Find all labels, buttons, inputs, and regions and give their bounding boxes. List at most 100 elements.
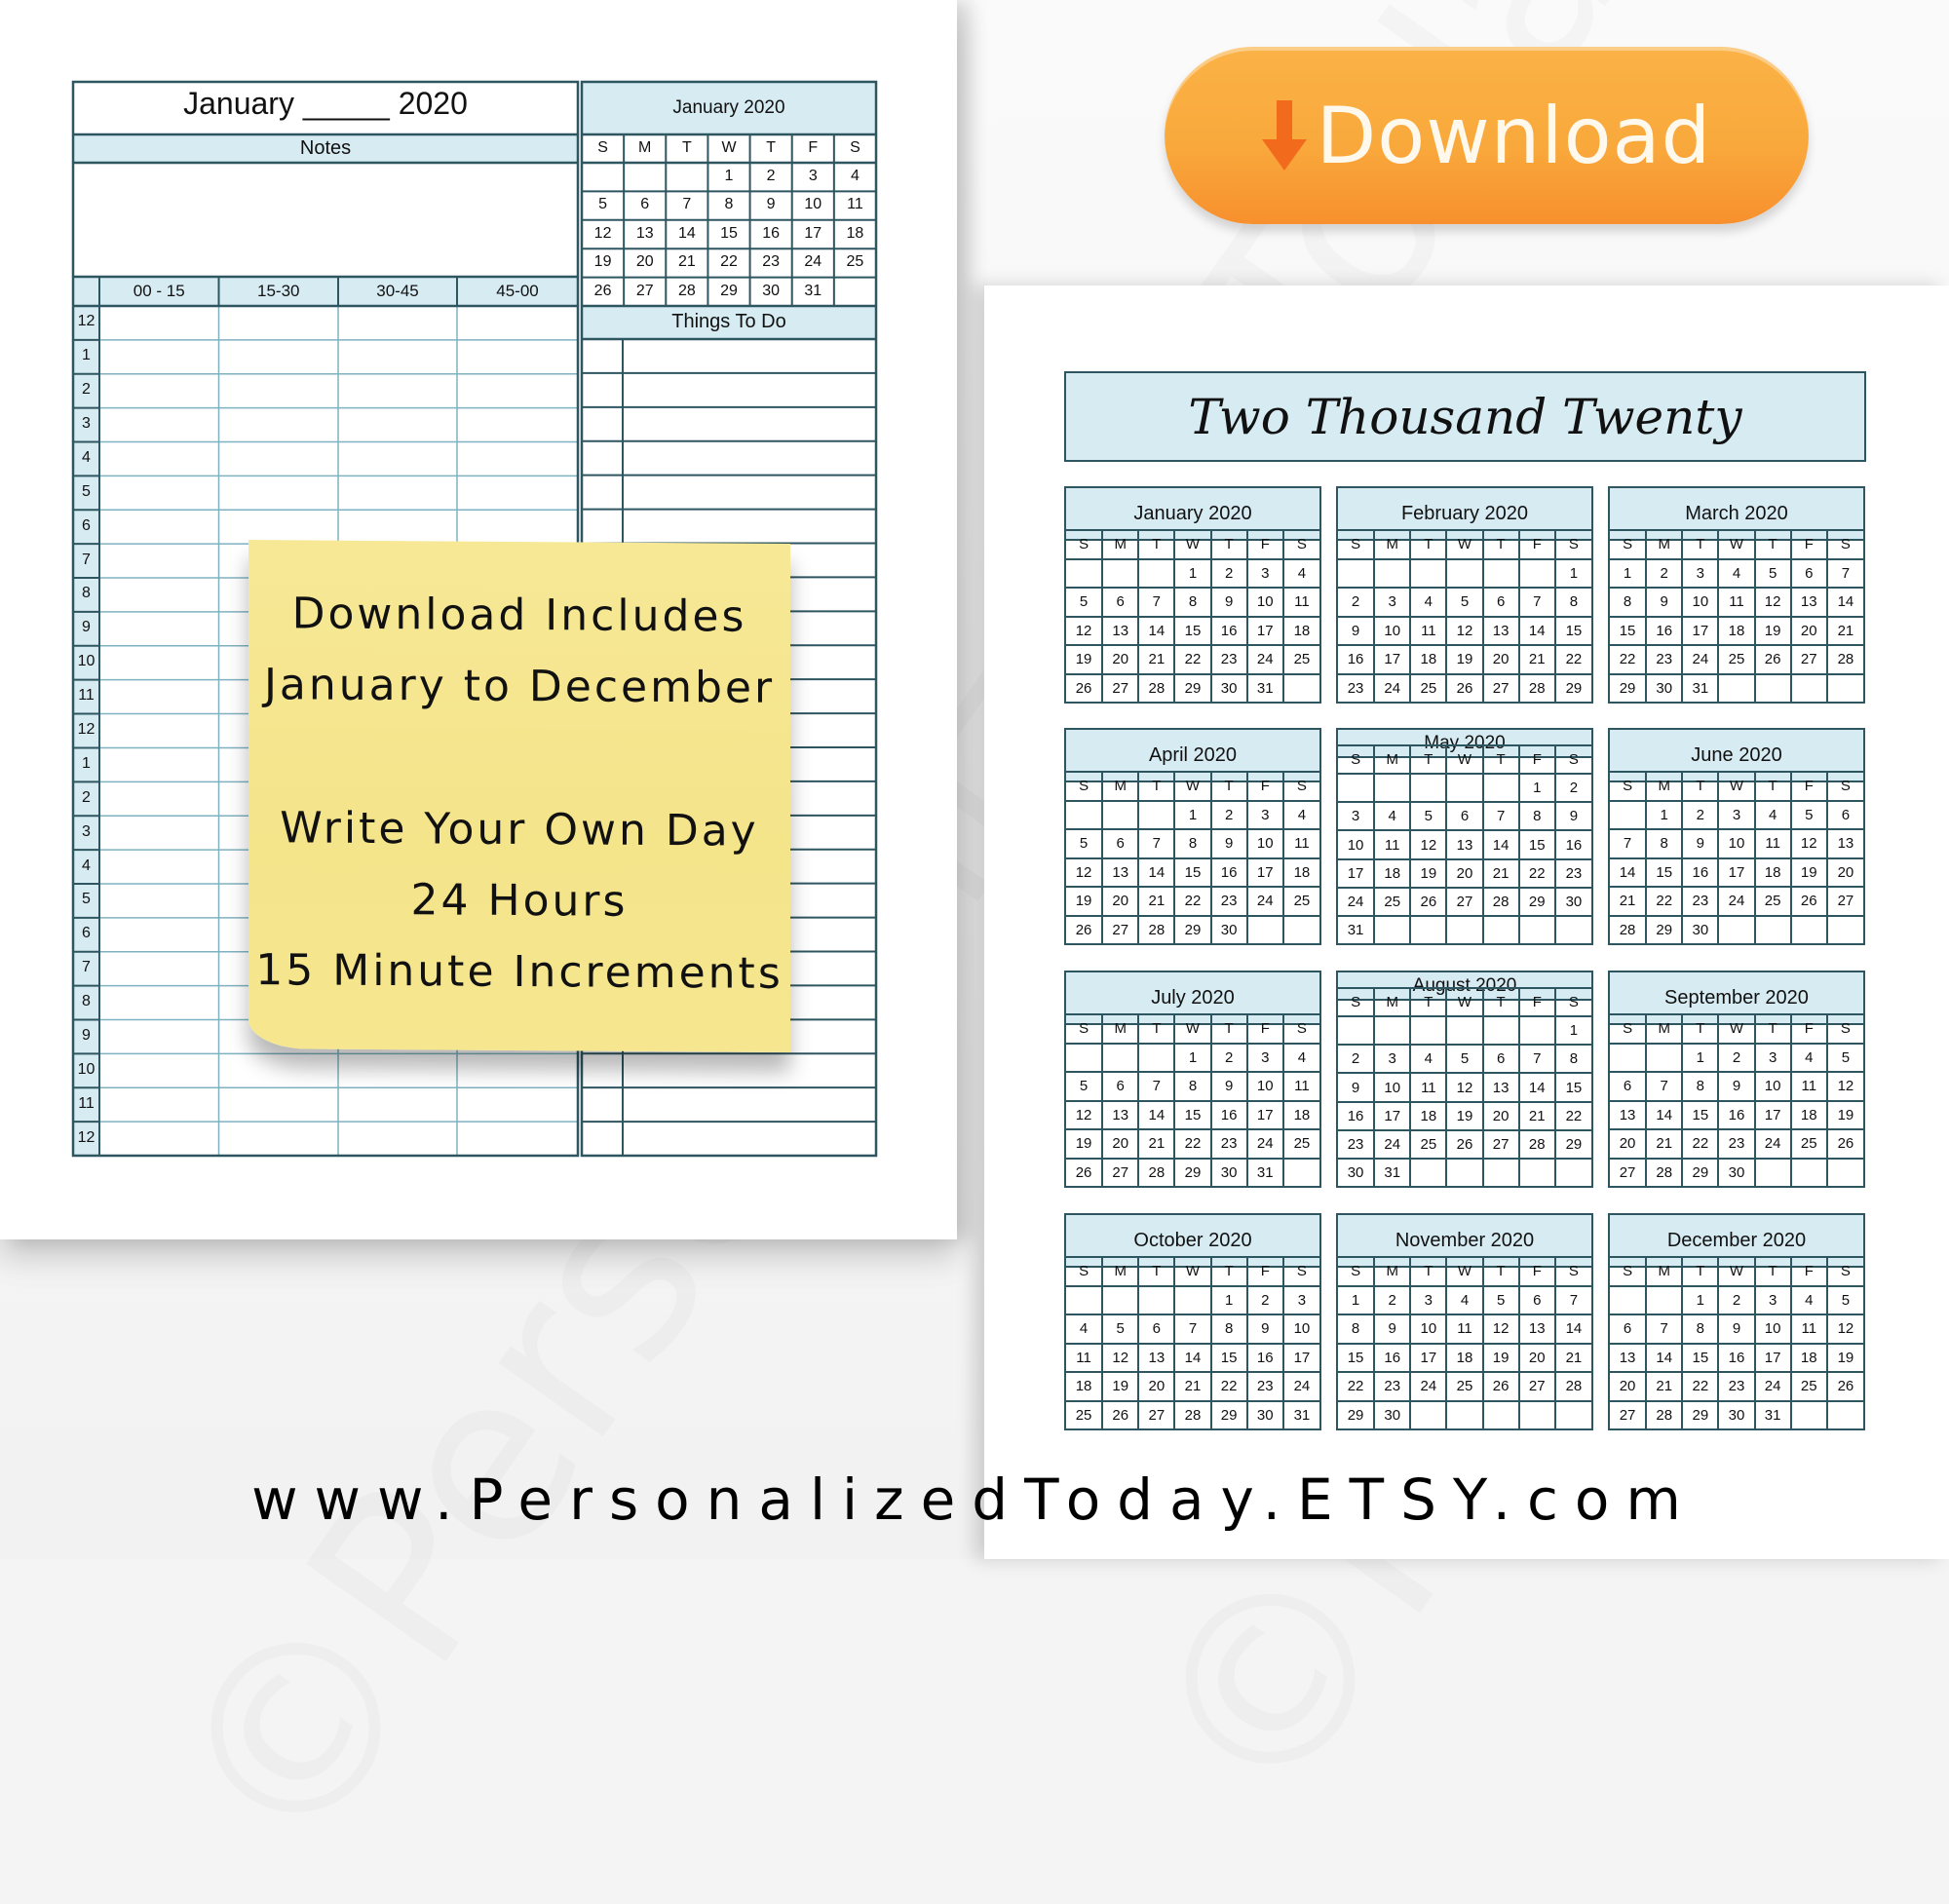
day-cell: 8 [1173,1071,1212,1102]
mini-calendar-title: January 2020 [672,97,785,118]
sticky-note: Download Includes January to December Wr… [248,540,790,1052]
day-cell: 15 [1173,857,1212,888]
day-cell: 10 [1245,1071,1284,1102]
day-cell: 27 [1137,1399,1176,1428]
day-cell: 23 [1717,1371,1756,1402]
day-cell: 29 [1553,672,1591,702]
day-cell: 1 [1517,773,1556,804]
weekday-label: T [1137,1256,1176,1287]
day-cell: 12 [1753,587,1792,618]
day-cell: 25 [1717,644,1756,675]
day-cell: 10 [1681,587,1720,618]
day-cell: 14 [1645,1342,1684,1373]
day-cell [1645,1284,1684,1315]
day-cell: 26 [1789,886,1828,917]
hour-label: 2 [82,788,91,806]
day-cell: 20 [1610,1371,1648,1402]
time-column-header: 45-00 [496,282,539,300]
weekday-label: F [1517,744,1556,776]
day-cell: 14 [1610,857,1648,888]
weekday-label: S [1610,1256,1648,1287]
day-cell: 20 [1101,886,1140,917]
day-cell: 9 [1645,587,1684,618]
day-cell: 15 [1173,615,1212,646]
day-cell [1645,1042,1684,1073]
day-cell: 19 [1066,644,1104,675]
day-cell: 28 [1645,1399,1684,1428]
day-cell: 5 [1445,587,1484,618]
hour-label: 8 [82,585,91,602]
day-cell: 16 [1338,1100,1376,1131]
hour-label: 9 [82,1026,91,1044]
day-cell: 16 [1245,1342,1284,1373]
month-calendar: May 2020 S M T W T F S 1 2 3 4 5 6 7 8 9 10 11 12 13 14 15 16 17… [1336,728,1593,945]
day-cell: 10 [1753,1071,1792,1102]
day-cell: 15 [1681,1342,1720,1373]
day-cell: 6 [1610,1071,1648,1102]
weekday-label: T [1209,1256,1248,1287]
weekday-label: S [1553,529,1591,560]
day-cell: 19 [1825,1099,1863,1130]
notes-label: Notes [299,137,352,159]
day-cell [1481,1015,1520,1047]
day-cell: 15 [1681,1099,1720,1130]
shop-url[interactable]: www.PersonalizedToday.ETSY.com [0,1466,1949,1533]
day-cell: 29 [1173,672,1212,702]
weekday-label: M [1373,1256,1412,1287]
day-cell: 8 [1173,587,1212,618]
day-cell: 7 [1645,1071,1684,1102]
day-cell: 11 [847,196,863,213]
day-cell [1825,1157,1863,1186]
day-cell: 9 [1209,587,1248,618]
day-cell [1409,773,1448,804]
day-cell: 14 [1137,857,1176,888]
hour-label: 2 [82,381,91,399]
day-cell: 10 [804,196,822,213]
day-cell: 14 [677,224,696,242]
day-cell: 23 [1209,1128,1248,1160]
day-cell [1338,773,1376,804]
weekday-label: M [1101,771,1140,802]
day-cell: 19 [1101,1371,1140,1402]
hour-label: 6 [82,516,91,534]
day-cell: 25 [1373,886,1412,917]
month-calendar: November 2020 S M T W T F S 1 2 3 4 5 6 7 8 9 10 11 12 13 14 1… [1336,1213,1593,1430]
day-cell: 26 [1825,1371,1863,1402]
year-title: Two Thousand Twenty [1188,388,1742,445]
day-cell: 16 [1645,615,1684,646]
day-cell: 20 [1445,857,1484,889]
day-cell: 3 [1245,799,1284,830]
day-cell: 26 [1825,1128,1863,1160]
day-cell: 24 [1753,1128,1792,1160]
day-cell: 18 [1409,644,1448,675]
day-cell: 13 [1101,857,1140,888]
hour-label: 11 [78,1094,95,1112]
day-cell: 16 [1717,1342,1756,1373]
day-cell: 13 [1825,828,1863,859]
day-cell: 2 [1338,587,1376,618]
download-button[interactable]: Download [1165,47,1809,224]
hour-label: 3 [82,822,91,840]
day-cell: 27 [1101,914,1140,943]
weekday-label: T [1681,771,1720,802]
weekday-label: S [1281,771,1319,802]
sticky-line: 24 Hours [410,875,629,927]
day-cell [1137,799,1176,830]
day-cell: 6 [1445,801,1484,832]
day-cell: 24 [1245,886,1284,917]
day-cell: 12 [1825,1314,1863,1345]
day-cell: 1 [1681,1284,1720,1315]
day-cell: 25 [846,253,864,271]
day-cell: 27 [1825,886,1863,917]
day-cell: 26 [1753,644,1792,675]
day-cell: 24 [1373,672,1412,702]
day-cell: 28 [677,282,696,299]
day-cell: 5 [1101,1314,1140,1345]
day-cell: 19 [1445,644,1484,675]
day-cell: 7 [1137,828,1176,859]
hour-label: 12 [77,721,96,738]
day-cell: 6 [1610,1314,1648,1345]
weekday-label: T [1481,529,1520,560]
day-cell [1373,557,1412,589]
day-cell: 13 [1101,1099,1140,1130]
